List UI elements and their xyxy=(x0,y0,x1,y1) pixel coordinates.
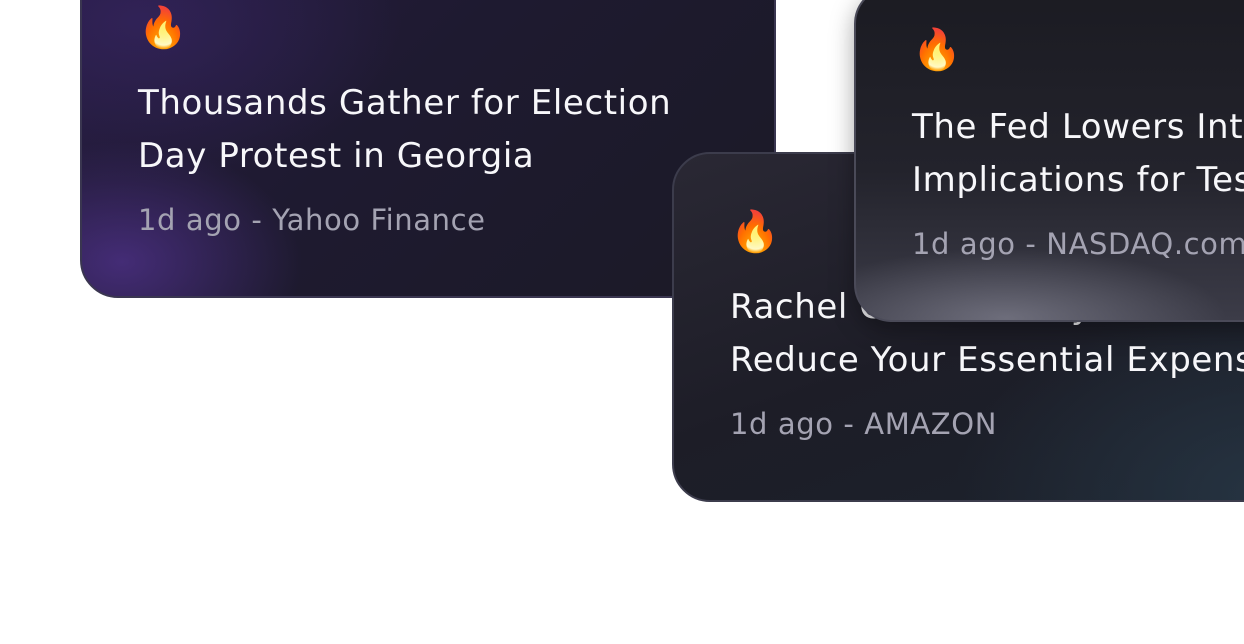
news-card-meta: 1d ago - Yahoo Finance xyxy=(138,203,486,237)
news-card-meta: 1d ago - AMAZON xyxy=(730,407,997,441)
news-card-title-line: Day Protest in Georgia xyxy=(138,136,535,176)
fire-icon: 🔥 xyxy=(138,5,188,51)
news-card-title[interactable]: The Fed Lowers Interest Rates: Implicati… xyxy=(912,101,1244,207)
fire-icon: 🔥 xyxy=(730,209,780,255)
news-card-title-line: Thousands Gather for Election xyxy=(138,83,672,123)
news-card-meta: 1d ago - NASDAQ.com xyxy=(912,227,1244,261)
news-card-title-line: Reduce Your Essential Expenses xyxy=(730,340,1244,380)
news-card-fed-rates[interactable]: 🔥 The Fed Lowers Interest Rates: Implica… xyxy=(854,0,1244,322)
fire-icon: 🔥 xyxy=(912,27,962,73)
news-card-title-line: Implications for Tesla xyxy=(912,160,1244,200)
news-card-title-line: The Fed Lowers Interest Rates: xyxy=(912,107,1244,147)
news-cards-stage: 🔥 Thousands Gather for Election Day Prot… xyxy=(0,0,1244,644)
news-card-title[interactable]: Thousands Gather for Election Day Protes… xyxy=(138,77,671,183)
